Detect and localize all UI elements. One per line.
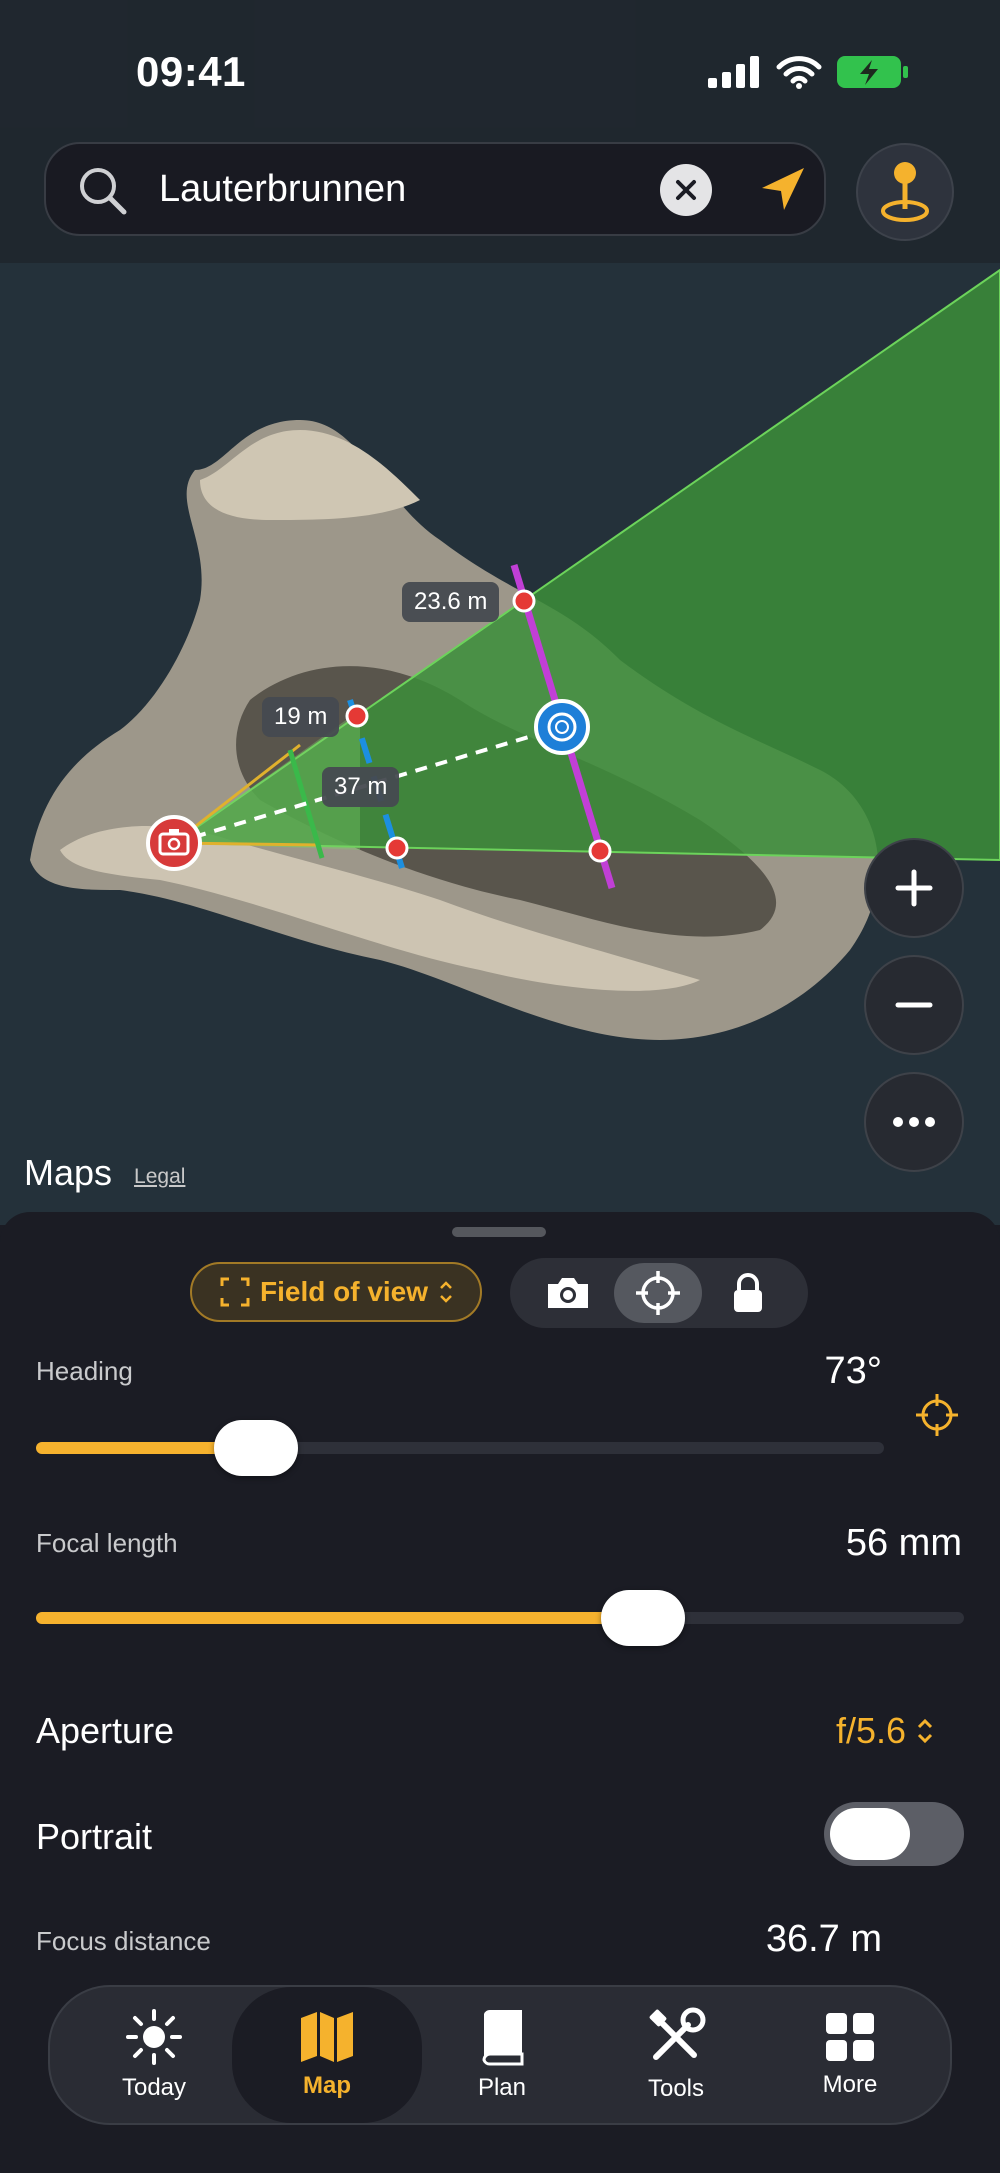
clear-search-button[interactable] [660,164,712,216]
pin-button[interactable] [856,143,954,241]
frame-icon [220,1277,250,1307]
lock-button[interactable] [704,1263,792,1323]
tab-today[interactable]: Today [74,1987,234,2123]
far-distance-label: 23.6 m [402,582,500,622]
search-bar[interactable]: Lauterbrunnen [44,142,826,236]
map-view[interactable]: 23.6 m 19 m 37 m 09:41 Lauterbrunnen Map… [0,0,1000,1225]
focal-length-slider-thumb[interactable] [601,1590,685,1646]
search-input[interactable]: Lauterbrunnen [159,168,406,211]
tab-plan[interactable]: Plan [422,1987,582,2123]
camera-mode-button[interactable] [524,1263,612,1323]
pin-icon [881,162,929,222]
heading-slider-thumb[interactable] [214,1420,298,1476]
maps-attribution: Maps Legal [24,1152,185,1194]
legal-link[interactable]: Legal [134,1165,185,1189]
chevron-updown-icon [917,1718,933,1744]
focal-length-slider-fill [36,1612,643,1624]
ellipsis-icon [893,1117,935,1127]
focus-distance-value: 36.7 m [765,1918,882,1960]
chevron-updown-icon [440,1281,452,1303]
minus-icon [895,1002,933,1008]
tab-tools-label: Tools [647,2075,705,2102]
location-arrow-icon[interactable] [754,162,810,218]
tab-bar: Today Map Plan Tools More [48,1985,952,2125]
maps-logo: Maps [24,1152,113,1193]
status-icons [708,52,910,92]
camera-pin-icon [146,815,202,871]
heading-slider[interactable] [36,1420,884,1476]
lock-icon [734,1273,762,1312]
heading-value: 73° [824,1350,882,1392]
tools-icon [649,2007,706,2060]
map-icon [301,2012,353,2062]
focal-length-slider[interactable] [36,1590,964,1646]
near-distance-label: 19 m [262,697,340,737]
crosshair-icon[interactable] [914,1392,960,1438]
sheet-grabber[interactable] [452,1227,546,1237]
heading-label: Heading [36,1356,133,1386]
focal-length-value: 56 mm [845,1522,962,1564]
portrait-toggle-knob [830,1808,910,1860]
close-icon [676,180,696,200]
signal-icon [708,56,759,88]
grid-icon [826,2013,874,2061]
focal-length-label: Focal length [36,1528,178,1558]
portrait-label: Portrait [36,1816,153,1857]
crosshair-icon [636,1271,680,1315]
zoom-out-button[interactable] [864,955,964,1055]
aperture-value: f/5.6 [835,1710,906,1751]
subject-pin-icon [534,699,590,755]
map-options-button[interactable] [864,1072,964,1172]
mode-selector[interactable]: Field of view [190,1262,482,1322]
status-time: 09:41 [136,48,246,95]
tab-plan-label: Plan [477,2074,527,2101]
lock-mode-group [510,1258,808,1328]
aperture-picker[interactable]: f/5.6 [836,1710,934,1752]
top-bar: 09:41 Lauterbrunnen [0,0,1000,263]
tab-map[interactable]: Map [232,1987,422,2123]
tab-tools[interactable]: Tools [596,1987,756,2123]
wifi-icon [776,56,822,89]
focus-distance-label: Focus distance [36,1926,211,1956]
tab-more[interactable]: More [770,1987,930,2123]
zoom-in-button[interactable] [864,838,964,938]
book-icon [482,2009,524,2066]
tab-map-label: Map [303,2072,351,2099]
plus-icon [895,869,933,907]
camera-icon [548,1278,588,1308]
aperture-label: Aperture [36,1710,175,1751]
portrait-toggle[interactable] [824,1802,964,1866]
subject-distance-label: 37 m [322,767,400,807]
tab-today-label: Today [121,2074,187,2101]
target-mode-button[interactable] [614,1263,702,1323]
sun-icon [126,2009,182,2065]
search-icon [80,168,127,215]
tab-more-label: More [822,2071,878,2098]
battery-icon [837,56,908,88]
mode-selector-label: Field of view [260,1276,429,1307]
